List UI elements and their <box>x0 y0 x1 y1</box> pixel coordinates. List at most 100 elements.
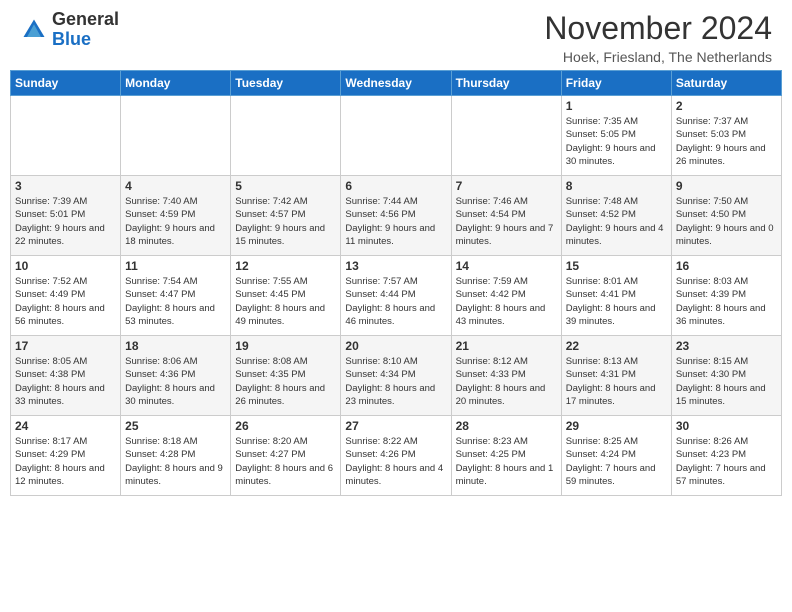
day-info: Sunrise: 7:46 AM Sunset: 4:54 PM Dayligh… <box>456 195 557 248</box>
day-number: 6 <box>345 179 446 193</box>
weekday-header-wednesday: Wednesday <box>341 71 451 96</box>
day-number: 23 <box>676 339 777 353</box>
day-info: Sunrise: 8:10 AM Sunset: 4:34 PM Dayligh… <box>345 355 446 408</box>
calendar-cell <box>341 96 451 176</box>
day-number: 5 <box>235 179 336 193</box>
day-number: 29 <box>566 419 667 433</box>
day-number: 10 <box>15 259 116 273</box>
day-info: Sunrise: 8:01 AM Sunset: 4:41 PM Dayligh… <box>566 275 667 328</box>
day-number: 27 <box>345 419 446 433</box>
day-number: 1 <box>566 99 667 113</box>
calendar-cell: 13 Sunrise: 7:57 AM Sunset: 4:44 PM Dayli… <box>341 256 451 336</box>
location: Hoek, Friesland, The Netherlands <box>544 49 772 65</box>
calendar-cell: 2Sunrise: 7:37 AM Sunset: 5:03 PM Daylig… <box>671 96 781 176</box>
day-info: Sunrise: 7:40 AM Sunset: 4:59 PM Dayligh… <box>125 195 226 248</box>
title-block: November 2024 Hoek, Friesland, The Nethe… <box>544 10 772 65</box>
day-info: Sunrise: 8:22 AM Sunset: 4:26 PM Dayligh… <box>345 435 446 488</box>
day-number: 30 <box>676 419 777 433</box>
day-info: Sunrise: 7:57 AM Sunset: 4:44 PM Dayligh… <box>345 275 446 328</box>
calendar-cell: 28Sunrise: 8:23 AM Sunset: 4:25 PM Dayli… <box>451 416 561 496</box>
day-number: 11 <box>125 259 226 273</box>
calendar-cell: 12 Sunrise: 7:55 AM Sunset: 4:45 PM Dayli… <box>231 256 341 336</box>
day-info: Sunrise: 7:42 AM Sunset: 4:57 PM Dayligh… <box>235 195 336 248</box>
calendar-cell: 29Sunrise: 8:25 AM Sunset: 4:24 PM Dayli… <box>561 416 671 496</box>
weekday-header-thursday: Thursday <box>451 71 561 96</box>
day-info: Sunrise: 7:59 AM Sunset: 4:42 PM Dayligh… <box>456 275 557 328</box>
calendar-cell: 20 Sunrise: 8:10 AM Sunset: 4:34 PM Dayli… <box>341 336 451 416</box>
calendar-cell: 5 Sunrise: 7:42 AM Sunset: 4:57 PM Daylig… <box>231 176 341 256</box>
day-info: Sunrise: 8:20 AM Sunset: 4:27 PM Dayligh… <box>235 435 336 488</box>
weekday-header-monday: Monday <box>121 71 231 96</box>
calendar-cell: 14 Sunrise: 7:59 AM Sunset: 4:42 PM Dayli… <box>451 256 561 336</box>
weekday-header-saturday: Saturday <box>671 71 781 96</box>
calendar-week-1: 1 Sunrise: 7:35 AM Sunset: 5:05 PM Daylig… <box>11 96 782 176</box>
day-number: 22 <box>566 339 667 353</box>
day-info: Sunrise: 7:55 AM Sunset: 4:45 PM Dayligh… <box>235 275 336 328</box>
logo: General Blue <box>20 10 119 50</box>
weekday-header-friday: Friday <box>561 71 671 96</box>
month-title: November 2024 <box>544 10 772 47</box>
day-number: 9 <box>676 179 777 193</box>
calendar-cell: 22 Sunrise: 8:13 AM Sunset: 4:31 PM Dayli… <box>561 336 671 416</box>
day-info: Sunrise: 7:35 AM Sunset: 5:05 PM Dayligh… <box>566 115 667 168</box>
calendar-week-5: 24Sunrise: 8:17 AM Sunset: 4:29 PM Dayli… <box>11 416 782 496</box>
day-info: Sunrise: 7:50 AM Sunset: 4:50 PM Dayligh… <box>676 195 777 248</box>
page-header: General Blue November 2024 Hoek, Friesla… <box>0 0 792 70</box>
calendar-cell: 15 Sunrise: 8:01 AM Sunset: 4:41 PM Dayli… <box>561 256 671 336</box>
logo-text: General Blue <box>52 10 119 50</box>
day-info: Sunrise: 8:18 AM Sunset: 4:28 PM Dayligh… <box>125 435 226 488</box>
calendar-cell: 6 Sunrise: 7:44 AM Sunset: 4:56 PM Daylig… <box>341 176 451 256</box>
day-number: 18 <box>125 339 226 353</box>
day-number: 24 <box>15 419 116 433</box>
day-number: 25 <box>125 419 226 433</box>
day-info: Sunrise: 8:12 AM Sunset: 4:33 PM Dayligh… <box>456 355 557 408</box>
calendar-cell <box>11 96 121 176</box>
day-number: 3 <box>15 179 116 193</box>
day-number: 12 <box>235 259 336 273</box>
calendar-week-4: 17Sunrise: 8:05 AM Sunset: 4:38 PM Dayli… <box>11 336 782 416</box>
day-info: Sunrise: 7:54 AM Sunset: 4:47 PM Dayligh… <box>125 275 226 328</box>
day-number: 17 <box>15 339 116 353</box>
day-number: 20 <box>345 339 446 353</box>
day-info: Sunrise: 8:08 AM Sunset: 4:35 PM Dayligh… <box>235 355 336 408</box>
calendar-cell: 18 Sunrise: 8:06 AM Sunset: 4:36 PM Dayli… <box>121 336 231 416</box>
day-number: 13 <box>345 259 446 273</box>
day-number: 15 <box>566 259 667 273</box>
calendar-cell: 26Sunrise: 8:20 AM Sunset: 4:27 PM Dayli… <box>231 416 341 496</box>
day-info: Sunrise: 7:52 AM Sunset: 4:49 PM Dayligh… <box>15 275 116 328</box>
day-info: Sunrise: 8:26 AM Sunset: 4:23 PM Dayligh… <box>676 435 777 488</box>
day-info: Sunrise: 8:15 AM Sunset: 4:30 PM Dayligh… <box>676 355 777 408</box>
calendar-cell: 3Sunrise: 7:39 AM Sunset: 5:01 PM Daylig… <box>11 176 121 256</box>
calendar-cell <box>121 96 231 176</box>
day-number: 14 <box>456 259 557 273</box>
day-info: Sunrise: 8:06 AM Sunset: 4:36 PM Dayligh… <box>125 355 226 408</box>
day-number: 8 <box>566 179 667 193</box>
calendar-cell: 19 Sunrise: 8:08 AM Sunset: 4:35 PM Dayli… <box>231 336 341 416</box>
calendar-cell: 21Sunrise: 8:12 AM Sunset: 4:33 PM Dayli… <box>451 336 561 416</box>
day-number: 7 <box>456 179 557 193</box>
day-info: Sunrise: 7:48 AM Sunset: 4:52 PM Dayligh… <box>566 195 667 248</box>
calendar-cell: 17Sunrise: 8:05 AM Sunset: 4:38 PM Dayli… <box>11 336 121 416</box>
calendar-cell: 27 Sunrise: 8:22 AM Sunset: 4:26 PM Dayli… <box>341 416 451 496</box>
day-info: Sunrise: 7:44 AM Sunset: 4:56 PM Dayligh… <box>345 195 446 248</box>
calendar-cell: 11 Sunrise: 7:54 AM Sunset: 4:47 PM Dayli… <box>121 256 231 336</box>
calendar-cell: 16Sunrise: 8:03 AM Sunset: 4:39 PM Dayli… <box>671 256 781 336</box>
calendar-cell: 24Sunrise: 8:17 AM Sunset: 4:29 PM Dayli… <box>11 416 121 496</box>
calendar-cell <box>231 96 341 176</box>
logo-icon <box>20 16 48 44</box>
weekday-header-tuesday: Tuesday <box>231 71 341 96</box>
calendar-cell: 25 Sunrise: 8:18 AM Sunset: 4:28 PM Dayli… <box>121 416 231 496</box>
calendar-cell: 23 Sunrise: 8:15 AM Sunset: 4:30 PM Dayli… <box>671 336 781 416</box>
day-number: 19 <box>235 339 336 353</box>
calendar-cell: 8 Sunrise: 7:48 AM Sunset: 4:52 PM Daylig… <box>561 176 671 256</box>
calendar-cell: 30 Sunrise: 8:26 AM Sunset: 4:23 PM Dayli… <box>671 416 781 496</box>
calendar-cell: 9 Sunrise: 7:50 AM Sunset: 4:50 PM Daylig… <box>671 176 781 256</box>
calendar-table: SundayMondayTuesdayWednesdayThursdayFrid… <box>10 70 782 496</box>
day-number: 4 <box>125 179 226 193</box>
day-info: Sunrise: 8:23 AM Sunset: 4:25 PM Dayligh… <box>456 435 557 488</box>
weekday-header-sunday: Sunday <box>11 71 121 96</box>
calendar-cell: 7 Sunrise: 7:46 AM Sunset: 4:54 PM Daylig… <box>451 176 561 256</box>
day-number: 2 <box>676 99 777 113</box>
day-info: Sunrise: 8:13 AM Sunset: 4:31 PM Dayligh… <box>566 355 667 408</box>
calendar-week-3: 10 Sunrise: 7:52 AM Sunset: 4:49 PM Dayli… <box>11 256 782 336</box>
